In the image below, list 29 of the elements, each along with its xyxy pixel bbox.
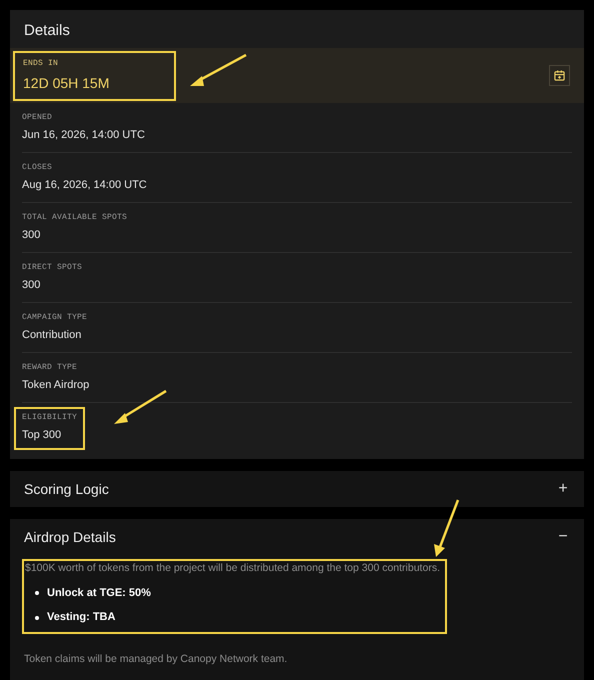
- intro-text: $100K worth of tokens from the project will be distributed among the top 300 contributors.: [25, 561, 441, 576]
- field-label: DIRECT SPOTS: [22, 262, 82, 274]
- field-label: CAMPAIGN TYPE: [22, 312, 88, 324]
- field-label: ENDS IN: [23, 58, 60, 70]
- field-value: Contribution: [22, 328, 82, 343]
- field-value: Top 300: [22, 428, 62, 444]
- collapse-button[interactable]: −: [556, 525, 570, 549]
- countdown-value: 12D 05H 15M: [23, 74, 110, 92]
- field-value: Aug 16, 2026, 14:00 UTC: [22, 178, 147, 193]
- section-title: Airdrop Details: [24, 528, 116, 547]
- section-title: Scoring Logic: [24, 480, 109, 499]
- field-label: CLOSES: [22, 162, 54, 174]
- field-label: REWARD TYPE: [22, 362, 78, 374]
- bullet-icon: [35, 591, 39, 595]
- footer-text: Token claims will be managed by Canopy Network team.: [23, 652, 288, 667]
- calendar-button[interactable]: [549, 65, 570, 86]
- expand-button[interactable]: +: [556, 477, 570, 501]
- field-value: 300: [22, 278, 42, 293]
- field-value: 300: [22, 228, 42, 243]
- bullet-icon: [35, 616, 39, 620]
- field-label: TOTAL AVAILABLE SPOTS: [22, 212, 128, 224]
- field-value: Token Airdrop: [22, 378, 90, 393]
- bullet-text: Vesting: TBA: [47, 610, 116, 626]
- section-title: Details: [23, 21, 71, 41]
- field-value: Jun 16, 2026, 14:00 UTC: [22, 128, 145, 143]
- bullet-text: Unlock at TGE: 50%: [47, 586, 151, 601]
- field-label: OPENED: [22, 112, 54, 124]
- field-label: ELIGIBILITY: [22, 412, 78, 424]
- calendar-icon: [554, 70, 565, 81]
